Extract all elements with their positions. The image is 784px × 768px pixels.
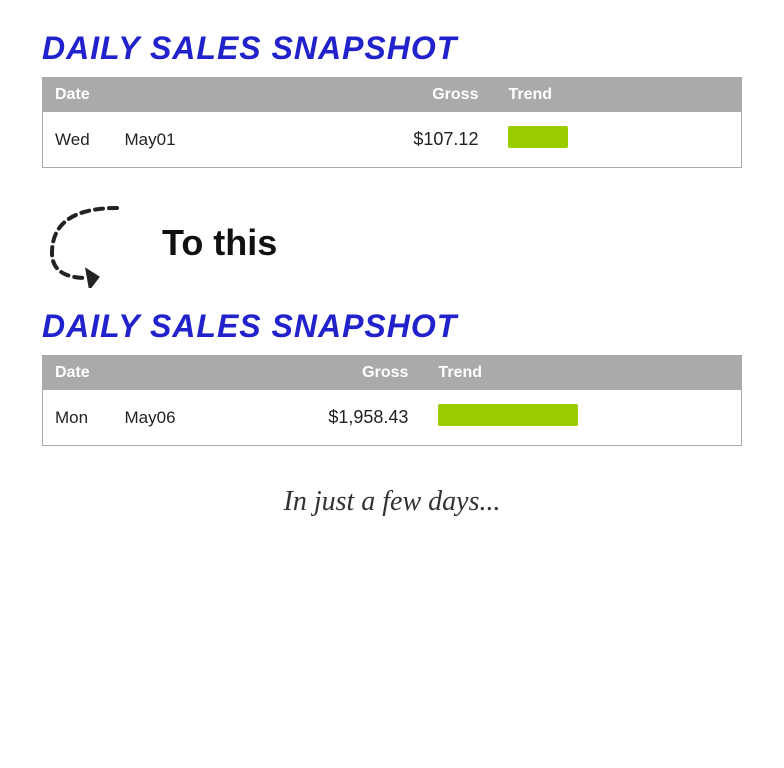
bottom-snapshot-section: DAILY SALES SNAPSHOT Date Gross Trend Mo… <box>42 308 742 446</box>
bottom-row-day: Mon <box>43 390 113 446</box>
bottom-header-trend: Trend <box>428 356 741 391</box>
curved-arrow-icon <box>42 198 142 288</box>
top-snapshot-section: DAILY SALES SNAPSHOT Date Gross Trend We… <box>42 30 742 168</box>
bottom-row-date: May06 <box>113 390 213 446</box>
top-header-date: Date <box>43 78 213 113</box>
bottom-snapshot-table: Date Gross Trend Mon May06 $1,958.43 <box>42 355 742 446</box>
to-this-label: To this <box>162 222 277 264</box>
bottom-table-header-row: Date Gross Trend <box>43 356 742 391</box>
bottom-row-gross: $1,958.43 <box>213 390 429 446</box>
top-row-day: Wed <box>43 112 113 168</box>
transition-section: To this <box>42 198 742 288</box>
bottom-row-trend <box>428 390 741 446</box>
top-table-header-row: Date Gross Trend <box>43 78 742 113</box>
top-snapshot-table: Date Gross Trend Wed May01 $107.12 <box>42 77 742 168</box>
top-row-date: May01 <box>113 112 213 168</box>
top-table-row: Wed May01 $107.12 <box>43 112 742 168</box>
top-row-trend <box>498 112 741 168</box>
footer-text: In just a few days... <box>284 486 501 518</box>
top-snapshot-title: DAILY SALES SNAPSHOT <box>42 30 742 67</box>
top-header-trend: Trend <box>498 78 741 113</box>
bottom-header-date: Date <box>43 356 213 391</box>
bottom-table-row: Mon May06 $1,958.43 <box>43 390 742 446</box>
top-row-gross: $107.12 <box>213 112 499 168</box>
bottom-header-gross: Gross <box>213 356 429 391</box>
top-header-gross: Gross <box>213 78 499 113</box>
top-trend-bar <box>508 126 568 148</box>
bottom-snapshot-title: DAILY SALES SNAPSHOT <box>42 308 742 345</box>
bottom-trend-bar <box>438 404 578 426</box>
